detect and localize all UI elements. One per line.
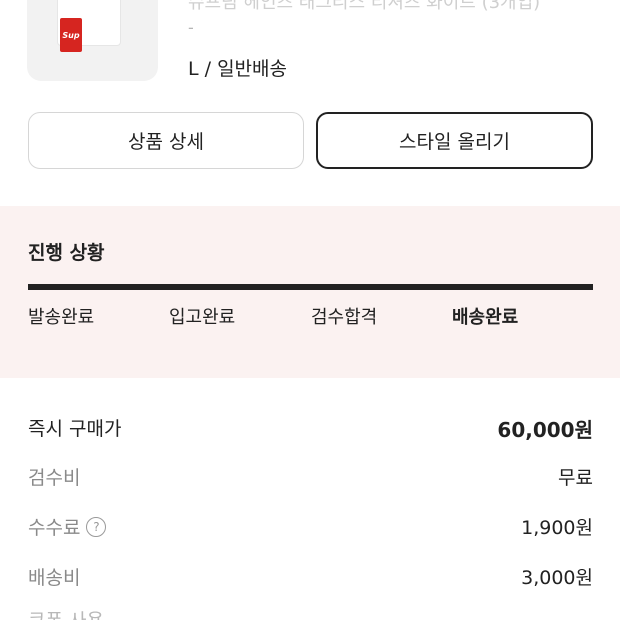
instant-buy-value: 60,000원 [497, 418, 593, 442]
shipping-fee-label: 배송비 [28, 567, 81, 589]
service-fee-label: 수수료 [28, 517, 81, 539]
supreme-pack-label: Sup [60, 18, 82, 52]
product-option: L / 일반배송 [188, 58, 287, 80]
inspection-fee-value: 무료 [558, 467, 593, 489]
step-shipped: 발송완료 [28, 307, 95, 328]
step-inspection-passed: 검수합격 [311, 307, 378, 328]
service-fee-row: 수수료 ? 1,900원 [28, 513, 593, 543]
step-delivered: 배송완료 [452, 307, 519, 328]
instant-buy-label: 즉시 구매가 [28, 418, 122, 440]
progress-bar [28, 284, 593, 290]
inspection-fee-row: 검수비 무료 [28, 463, 593, 493]
coupon-label: 쿠폰 사용 [28, 606, 104, 620]
help-icon[interactable]: ? [86, 516, 107, 537]
shipping-fee-row: 배송비 3,000원 [28, 563, 593, 593]
product-subtitle: - [188, 18, 194, 37]
shipping-fee-value: 3,000원 [521, 567, 593, 589]
post-style-button[interactable]: 스타일 올리기 [316, 112, 593, 169]
service-fee-value: 1,900원 [521, 517, 593, 539]
product-detail-button[interactable]: 상품 상세 [28, 112, 304, 169]
step-warehoused: 입고완료 [169, 307, 236, 328]
progress-section: 진행 상황 발송완료 입고완료 검수합격 배송완료 [0, 206, 620, 378]
product-name: 슈프림 헤인즈 태그리스 티셔츠 화이트 (3개입) [188, 0, 541, 12]
inspection-fee-label: 검수비 [28, 467, 81, 489]
progress-title: 진행 상황 [28, 242, 105, 264]
product-thumbnail[interactable]: Sup [27, 0, 158, 81]
instant-buy-row: 즉시 구매가 60,000원 [28, 414, 593, 444]
